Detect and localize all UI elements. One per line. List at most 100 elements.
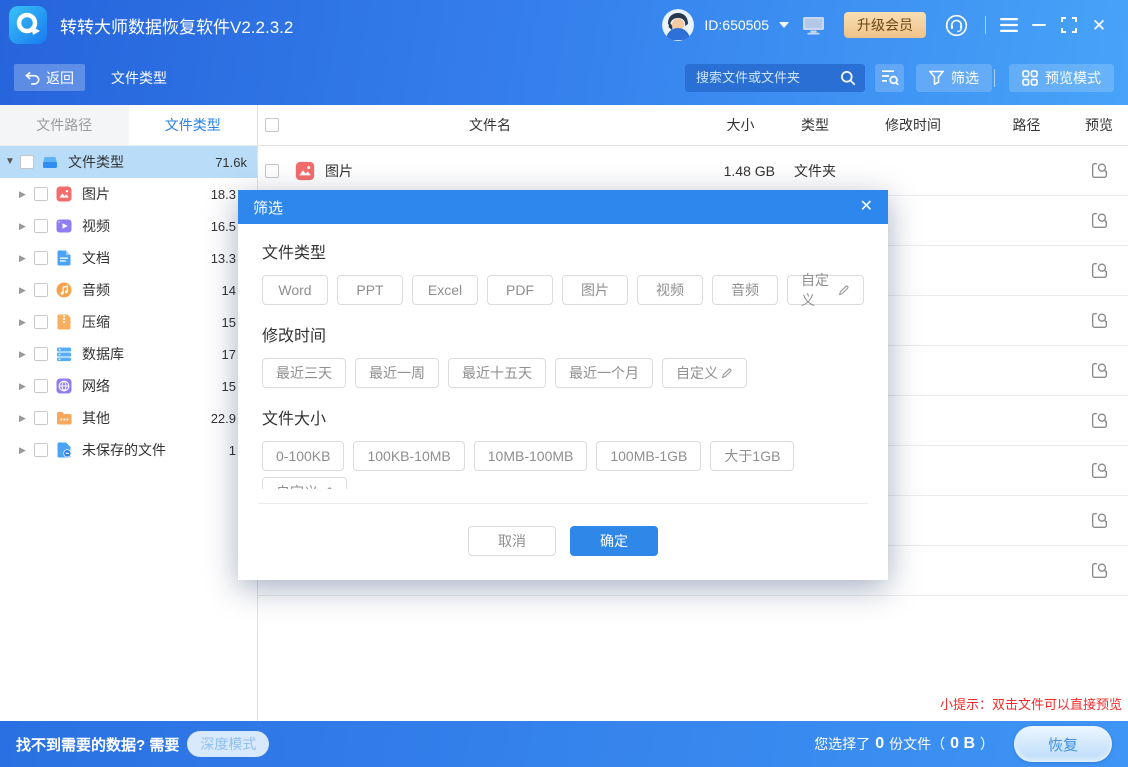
preview-icon[interactable] <box>1090 411 1109 430</box>
filter-option-chip[interactable]: PDF <box>487 275 553 305</box>
sidebar-item-unsaved[interactable]: ▶未保存的文件1 <box>0 434 257 466</box>
dialog-section: 文件类型WordPPTExcelPDF图片视频音频自定义 <box>262 239 864 305</box>
custom-option-chip[interactable]: 自定义 <box>262 477 347 489</box>
sidebar-item-zip[interactable]: ▶压缩15 <box>0 306 257 338</box>
monitor-icon[interactable] <box>802 16 825 35</box>
close-button[interactable]: ✕ <box>1084 10 1114 40</box>
filter-option-chip[interactable]: Word <box>262 275 328 305</box>
preview-icon[interactable] <box>1090 511 1109 530</box>
caret-right-icon[interactable]: ▶ <box>19 414 34 423</box>
preview-icon[interactable] <box>1090 361 1109 380</box>
dialog-section: 文件大小0-100KB100KB-10MB10MB-100MB100MB-1GB… <box>262 405 864 489</box>
cancel-button[interactable]: 取消 <box>468 526 556 556</box>
filter-option-chip[interactable]: 100KB-10MB <box>353 441 464 471</box>
avatar[interactable] <box>662 9 694 41</box>
select-all-checkbox[interactable] <box>265 118 279 132</box>
checkbox[interactable] <box>34 187 48 201</box>
filter-option-chip[interactable]: 最近一个月 <box>555 358 653 388</box>
customer-service-icon[interactable] <box>945 14 968 37</box>
caret-right-icon[interactable]: ▶ <box>19 318 34 327</box>
upgrade-member-button[interactable]: 升级会员 <box>844 12 926 38</box>
sidebar-item-file-type[interactable]: ▼文件类型71.6k <box>0 146 257 178</box>
tab-file-type[interactable]: 文件类型 <box>129 105 258 145</box>
filter-option-chip[interactable]: PPT <box>337 275 403 305</box>
col-file-name[interactable]: 文件名 <box>286 115 694 135</box>
confirm-button[interactable]: 确定 <box>570 526 658 556</box>
checkbox[interactable] <box>34 251 48 265</box>
filter-option-chip[interactable]: 最近三天 <box>262 358 346 388</box>
back-button[interactable]: 返回 <box>14 64 85 91</box>
checkbox[interactable] <box>34 379 48 393</box>
checkbox[interactable] <box>34 411 48 425</box>
checkbox[interactable] <box>34 219 48 233</box>
col-size[interactable]: 大小 <box>694 115 787 135</box>
checkbox[interactable] <box>34 347 48 361</box>
caret-right-icon[interactable]: ▶ <box>19 222 34 231</box>
sidebar-item-video[interactable]: ▶视频16.5 <box>0 210 257 242</box>
sidebar-item-label: 其他 <box>82 408 211 428</box>
selected-size: 0 B <box>950 735 975 753</box>
search-list-icon[interactable] <box>875 64 904 92</box>
checkbox[interactable] <box>34 283 48 297</box>
preview-icon[interactable] <box>1090 461 1109 480</box>
table-row[interactable]: 图片1.48 GB文件夹 <box>258 146 1128 196</box>
custom-option-chip[interactable]: 自定义 <box>662 358 747 388</box>
caret-right-icon[interactable]: ▶ <box>19 254 34 263</box>
caret-right-icon[interactable]: ▶ <box>19 382 34 391</box>
preview-icon[interactable] <box>1090 211 1109 230</box>
minimize-button[interactable] <box>1024 10 1054 40</box>
maximize-button[interactable] <box>1054 10 1084 40</box>
caret-down-icon[interactable]: ▼ <box>5 157 20 167</box>
sidebar-item-document[interactable]: ▶文档13.3 <box>0 242 257 274</box>
preview-mode-button[interactable]: 预览模式 <box>1009 64 1114 92</box>
sidebar-item-other[interactable]: ▶其他22.9 <box>0 402 257 434</box>
sidebar-item-image[interactable]: ▶图片18.3 <box>0 178 257 210</box>
col-type[interactable]: 类型 <box>787 115 843 135</box>
preview-icon[interactable] <box>1090 561 1109 580</box>
caret-right-icon[interactable]: ▶ <box>19 350 34 359</box>
search-icon[interactable] <box>840 70 856 86</box>
audio-icon <box>55 281 75 299</box>
recover-button[interactable]: 恢复 <box>1014 726 1112 762</box>
filter-option-chip[interactable]: 100MB-1GB <box>596 441 701 471</box>
caret-right-icon[interactable]: ▶ <box>19 190 34 199</box>
filter-option-chip[interactable]: 视频 <box>637 275 703 305</box>
checkbox[interactable] <box>20 155 34 169</box>
back-icon <box>25 71 40 85</box>
dialog-close-icon[interactable]: ✕ <box>860 199 873 215</box>
filter-button[interactable]: 筛选 <box>916 64 992 92</box>
filter-option-chip[interactable]: 音频 <box>712 275 778 305</box>
preview-icon[interactable] <box>1090 261 1109 280</box>
preview-icon[interactable] <box>1090 161 1109 180</box>
sidebar-item-label: 图片 <box>82 184 211 204</box>
dialog-section: 修改时间最近三天最近一周最近十五天最近一个月自定义 <box>262 322 864 388</box>
sidebar-item-audio[interactable]: ▶音频14 <box>0 274 257 306</box>
col-modified[interactable]: 修改时间 <box>843 115 983 135</box>
caret-right-icon[interactable]: ▶ <box>19 286 34 295</box>
search-box[interactable] <box>685 64 865 92</box>
filter-option-chip[interactable]: 0-100KB <box>262 441 344 471</box>
caret-right-icon[interactable]: ▶ <box>19 446 34 455</box>
filter-option-chip[interactable]: Excel <box>412 275 478 305</box>
checkbox[interactable] <box>34 443 48 457</box>
menu-icon[interactable] <box>994 10 1024 40</box>
preview-icon[interactable] <box>1090 311 1109 330</box>
checkbox[interactable] <box>34 315 48 329</box>
sidebar-item-database[interactable]: ▶数据库17 <box>0 338 257 370</box>
custom-option-chip[interactable]: 自定义 <box>787 275 864 305</box>
filter-option-chip[interactable]: 图片 <box>562 275 628 305</box>
tab-file-path[interactable]: 文件路径 <box>0 105 129 145</box>
col-path[interactable]: 路径 <box>983 115 1070 135</box>
row-checkbox[interactable] <box>265 164 279 178</box>
sidebar-item-network[interactable]: ▶网络15 <box>0 370 257 402</box>
filter-option-chip[interactable]: 最近一周 <box>355 358 439 388</box>
search-input[interactable] <box>694 69 840 86</box>
selected-prefix: 您选择了 <box>814 734 870 754</box>
chevron-down-icon[interactable] <box>779 22 789 28</box>
col-preview[interactable]: 预览 <box>1070 115 1128 135</box>
filter-option-chip[interactable]: 10MB-100MB <box>474 441 588 471</box>
deep-mode-button[interactable]: 深度模式 <box>187 731 269 757</box>
filter-option-chip[interactable]: 最近十五天 <box>448 358 546 388</box>
sidebar-item-label: 未保存的文件 <box>82 440 229 460</box>
filter-option-chip[interactable]: 大于1GB <box>710 441 794 471</box>
